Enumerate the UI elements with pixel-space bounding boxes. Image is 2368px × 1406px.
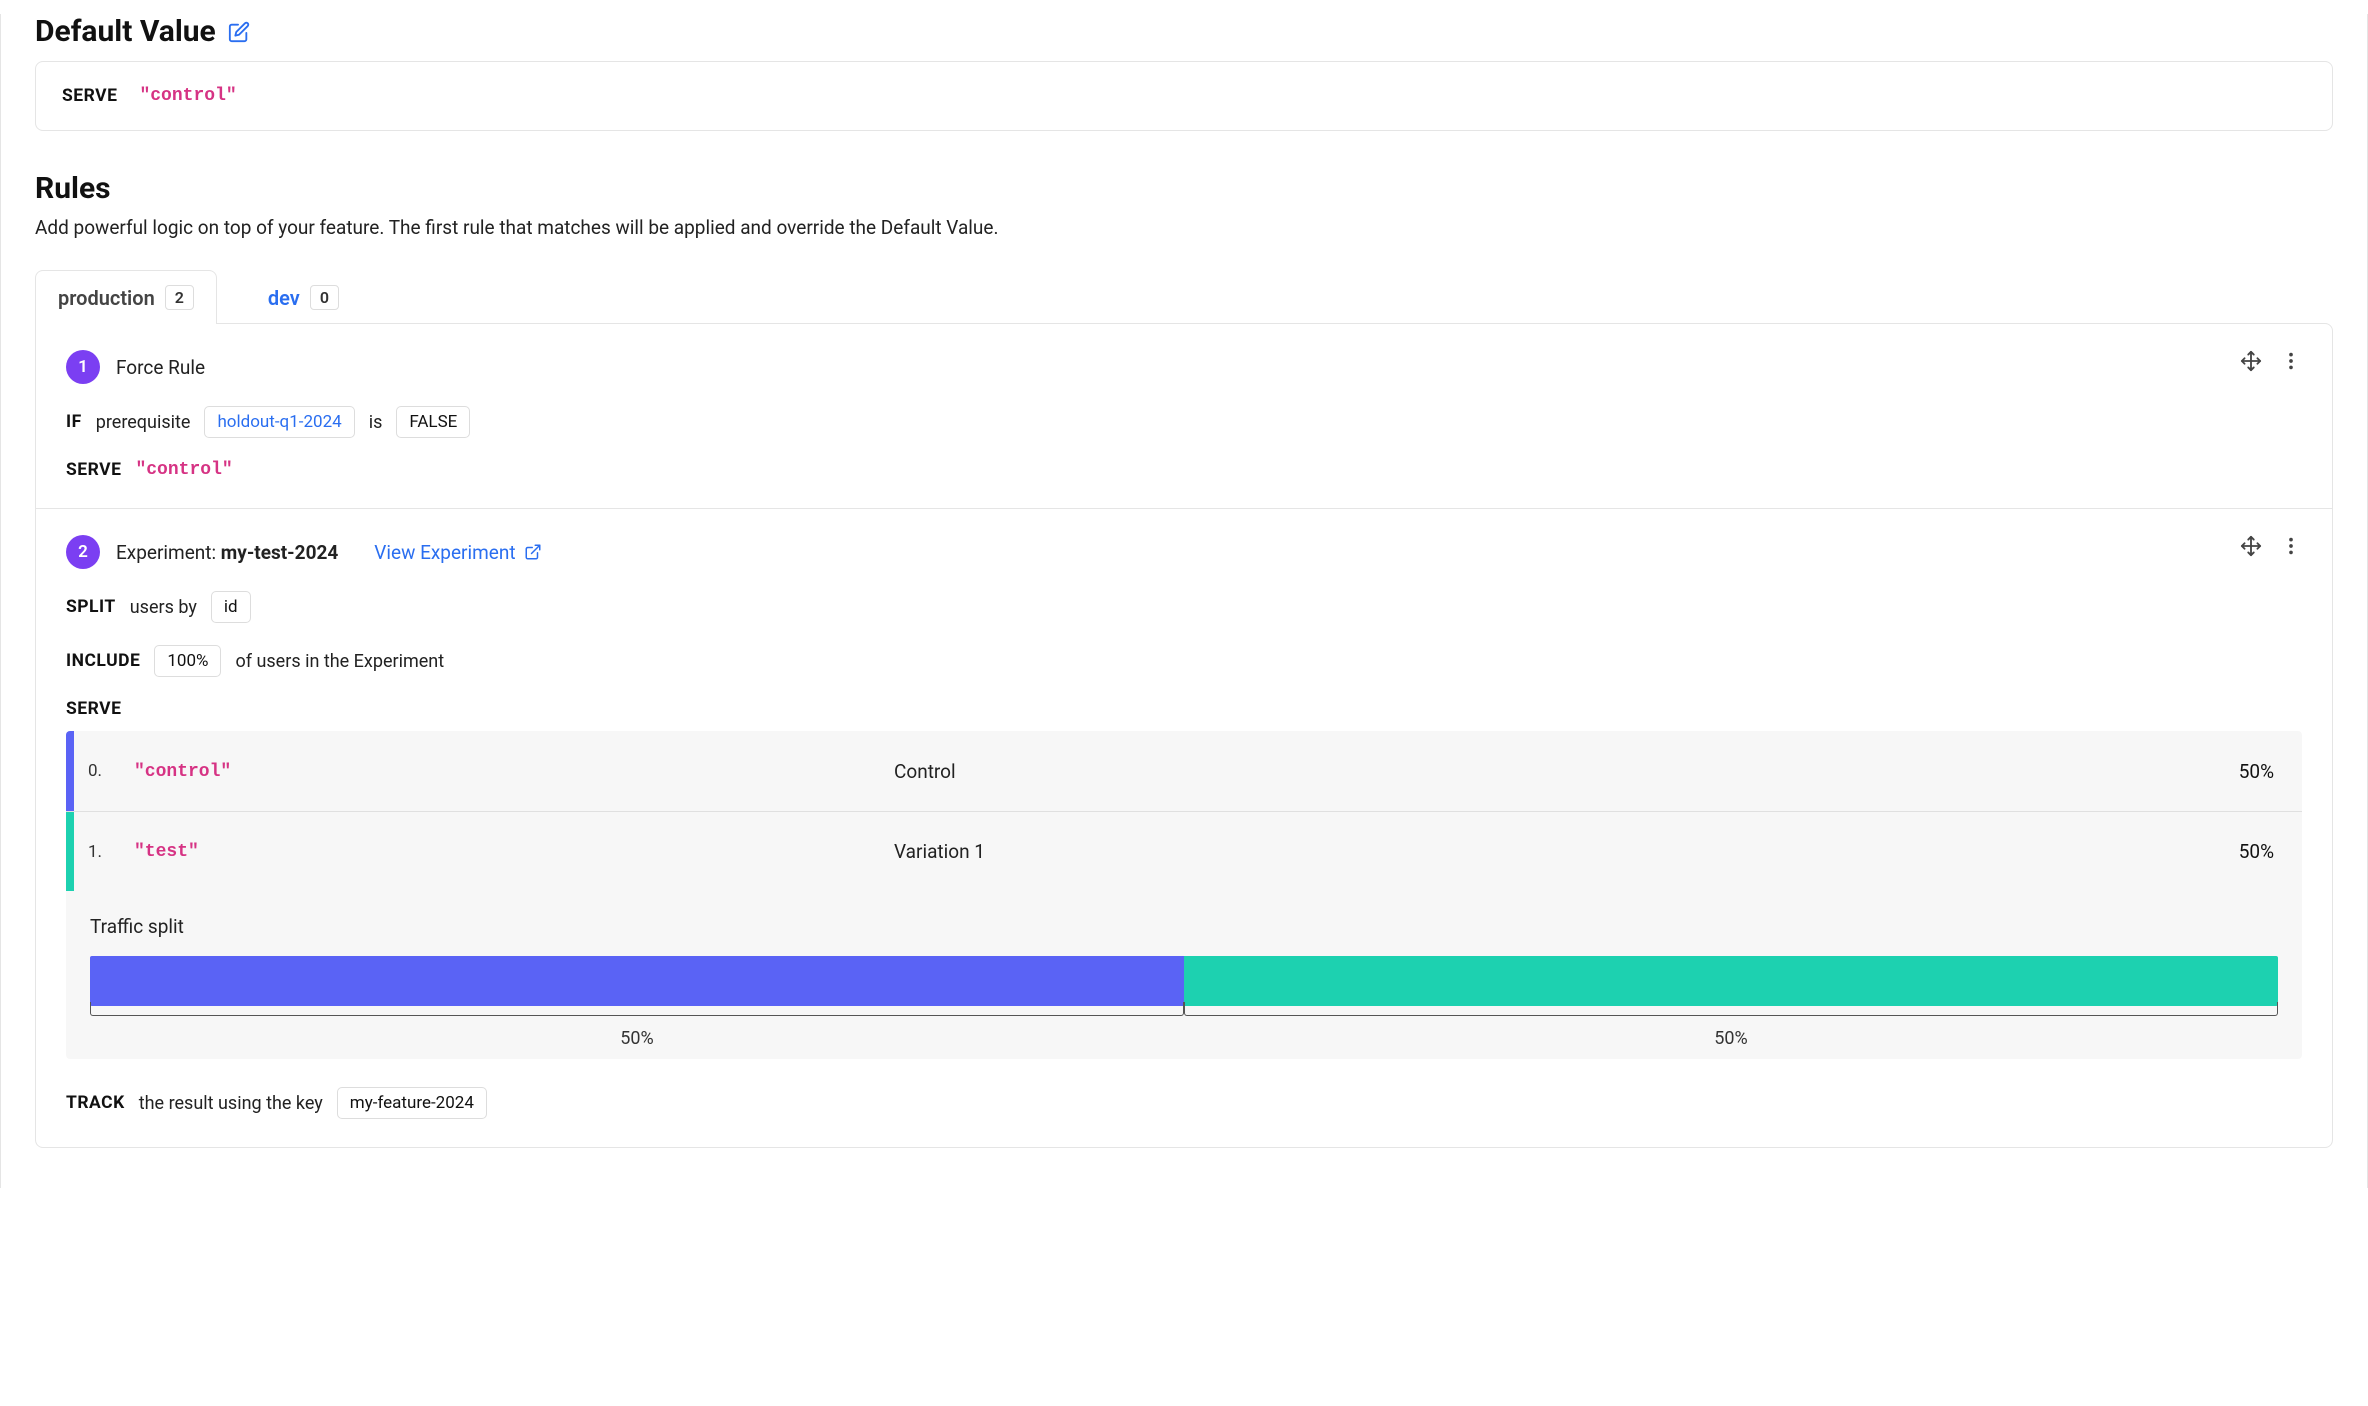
default-value-title: Default Value [35,14,216,49]
serve-keyword: SERVE [66,460,121,480]
variation-name: Control [894,760,2182,783]
tab-label: production [58,286,155,310]
tab-dev[interactable]: dev 0 [245,270,362,324]
traffic-segment-percent: 50% [1184,1028,2278,1049]
false-chip: FALSE [396,406,470,438]
track-key-chip: my-feature-2024 [337,1087,487,1119]
tab-count: 2 [165,285,194,310]
rule-title: Experiment: my-test-2024 [116,541,338,564]
tab-count: 0 [310,285,339,310]
split-keyword: SPLIT [66,597,116,617]
rule-number-badge: 1 [66,350,100,384]
variation-index: 0. [74,761,134,781]
traffic-segment [1184,956,2278,1006]
variation-name: Variation 1 [894,840,2182,863]
rule-card: 1 Force Rule IF prerequisite [36,324,2332,508]
default-value-heading: Default Value [35,14,2367,49]
variation-row: 1. "test" Variation 1 50% [66,811,2302,891]
variation-color-strip [66,812,74,891]
split-attribute-chip: id [211,591,251,623]
rule-title: Force Rule [116,356,205,379]
track-text: the result using the key [139,1093,323,1114]
traffic-split-label: Traffic split [90,915,2278,938]
tab-production[interactable]: production 2 [35,270,217,324]
variation-index: 1. [74,842,134,862]
variation-percent: 50% [2182,760,2302,783]
track-keyword: TRACK [66,1093,125,1113]
view-experiment-link[interactable]: View Experiment [374,541,541,564]
serve-keyword: SERVE [62,86,117,106]
serve-value-code: "control" [135,460,232,480]
variation-key-code: "control" [134,762,231,782]
variation-color-strip [66,731,74,811]
variation-key-code: "test" [134,842,199,862]
serve-keyword: SERVE [66,699,121,719]
env-tabs: production 2 dev 0 [35,269,2333,323]
rules-heading: Rules [35,171,2367,206]
view-experiment-label: View Experiment [374,541,515,564]
is-text: is [369,412,383,433]
drag-handle-icon[interactable] [2240,535,2262,557]
rule-title-prefix: Experiment: [116,541,221,564]
more-vertical-icon[interactable] [2280,535,2302,557]
traffic-segment [90,956,1184,1006]
default-value-box: SERVE "control" [35,61,2333,131]
split-text: users by [130,597,197,618]
edit-icon[interactable] [228,21,250,43]
traffic-split-block: Traffic split 50% [66,891,2302,1059]
if-keyword: IF [66,412,82,432]
drag-handle-icon[interactable] [2240,350,2262,372]
include-text: of users in the Experiment [235,651,444,672]
tab-label: dev [268,286,300,310]
rules-container: 1 Force Rule IF prerequisite [35,323,2333,1148]
prerequisite-chip[interactable]: holdout-q1-2024 [204,406,354,438]
traffic-handle[interactable] [1184,1002,2278,1016]
variations-table: 0. "control" Control 50% 1. "test" Varia… [66,731,2302,1059]
include-keyword: INCLUDE [66,651,140,671]
variation-percent: 50% [2182,840,2302,863]
variation-row: 0. "control" Control 50% [66,731,2302,811]
if-text: prerequisite [96,412,191,433]
traffic-segment-percent: 50% [90,1028,1184,1049]
include-percent-chip: 100% [154,645,221,677]
more-vertical-icon[interactable] [2280,350,2302,372]
traffic-split-bar[interactable] [90,956,2278,1006]
rules-description: Add powerful logic on top of your featur… [35,216,2367,239]
rule-title-name: my-test-2024 [221,541,338,564]
rule-card: 2 Experiment: my-test-2024 View Experime… [36,508,2332,1147]
traffic-handle[interactable] [90,1002,1184,1016]
rule-number-badge: 2 [66,535,100,569]
default-value-code: "control" [139,86,236,106]
